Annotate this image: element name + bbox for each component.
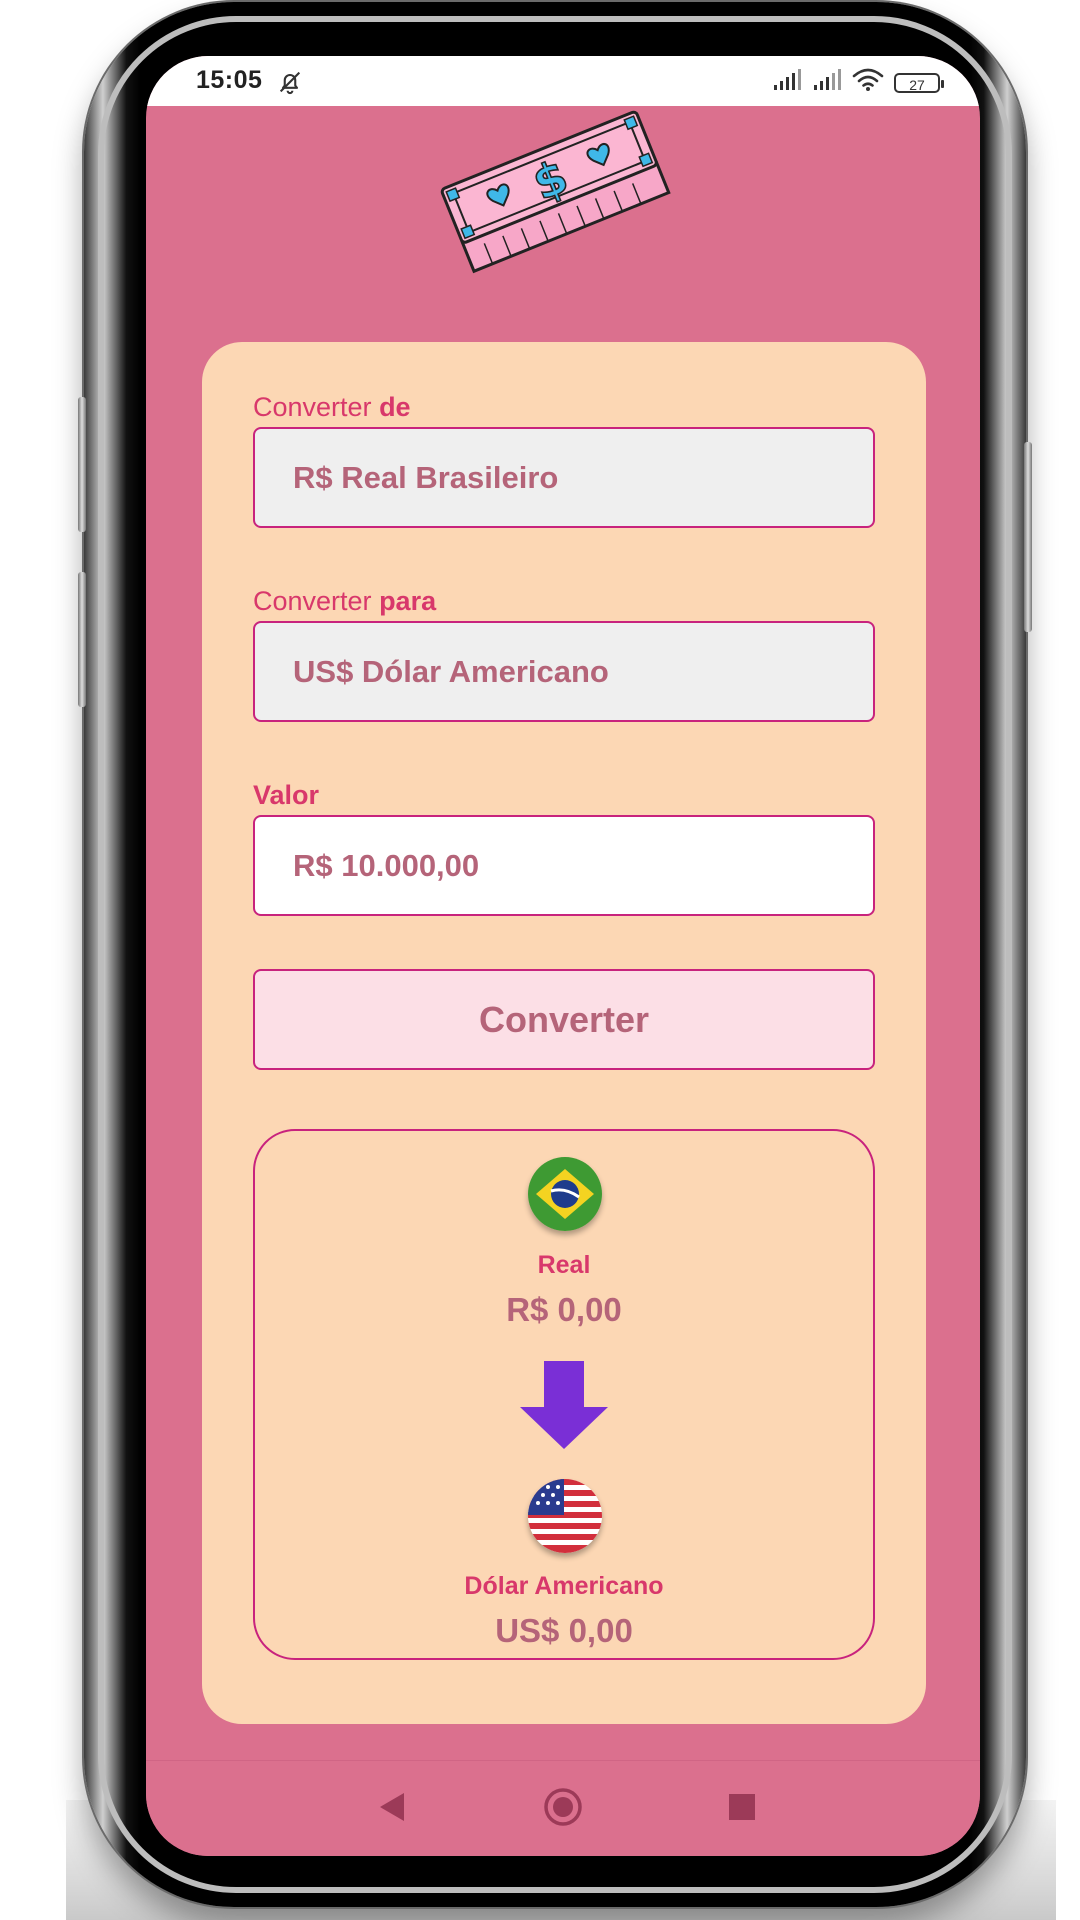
to-currency-value: US$ 0,00 — [495, 1612, 633, 1649]
arrow-down-icon — [520, 1361, 608, 1454]
wifi-icon — [852, 68, 884, 97]
device-mockup: 15:05 27 $ Converter de R$ Real Brasilei… — [0, 0, 1080, 1920]
volume-down-button — [78, 572, 86, 707]
to-label-text: Converter — [253, 586, 380, 616]
battery-icon: 27 — [894, 72, 944, 93]
home-icon[interactable] — [543, 1787, 583, 1832]
to-label-strong: para — [379, 586, 437, 616]
from-currency-value: R$ 0,00 — [506, 1291, 622, 1328]
power-button — [1024, 442, 1032, 632]
convert-button[interactable]: Converter — [253, 969, 875, 1070]
navigation-bar — [146, 1760, 980, 1856]
status-bar: 15:05 27 — [146, 56, 980, 106]
from-label-text: Converter — [253, 392, 380, 422]
bell-off-icon — [276, 68, 304, 101]
from-currency-select[interactable]: R$ Real Brasileiro — [253, 427, 875, 528]
status-icons: 27 — [772, 68, 944, 97]
volume-up-button — [78, 397, 86, 532]
recents-icon[interactable] — [722, 1787, 762, 1832]
signal-icon — [772, 69, 802, 96]
from-currency-name: Real — [537, 1251, 591, 1279]
status-time: 15:05 — [196, 66, 263, 94]
from-label-strong: de — [379, 392, 411, 422]
result-panel: Real R$ 0,00 Dólar Americano US$ 0,00 — [253, 1129, 875, 1660]
to-label: Converter para — [253, 586, 436, 617]
amount-label-text: Valor — [253, 780, 320, 810]
money-bill-stack-icon: $ — [432, 100, 696, 295]
usa-flag-icon — [528, 1479, 602, 1553]
brazil-flag-icon — [528, 1157, 602, 1231]
signal-icon — [812, 69, 842, 96]
amount-label: Valor — [253, 780, 319, 811]
amount-input[interactable]: R$ 10.000,00 — [253, 815, 875, 916]
app-screen: 15:05 27 $ Converter de R$ Real Brasilei… — [146, 56, 980, 1856]
from-label: Converter de — [253, 392, 411, 423]
to-currency-select[interactable]: US$ Dólar Americano — [253, 621, 875, 722]
back-icon[interactable] — [374, 1787, 414, 1832]
to-currency-name: Dólar Americano — [464, 1572, 664, 1600]
converter-card: Converter de R$ Real Brasileiro Converte… — [202, 342, 926, 1724]
